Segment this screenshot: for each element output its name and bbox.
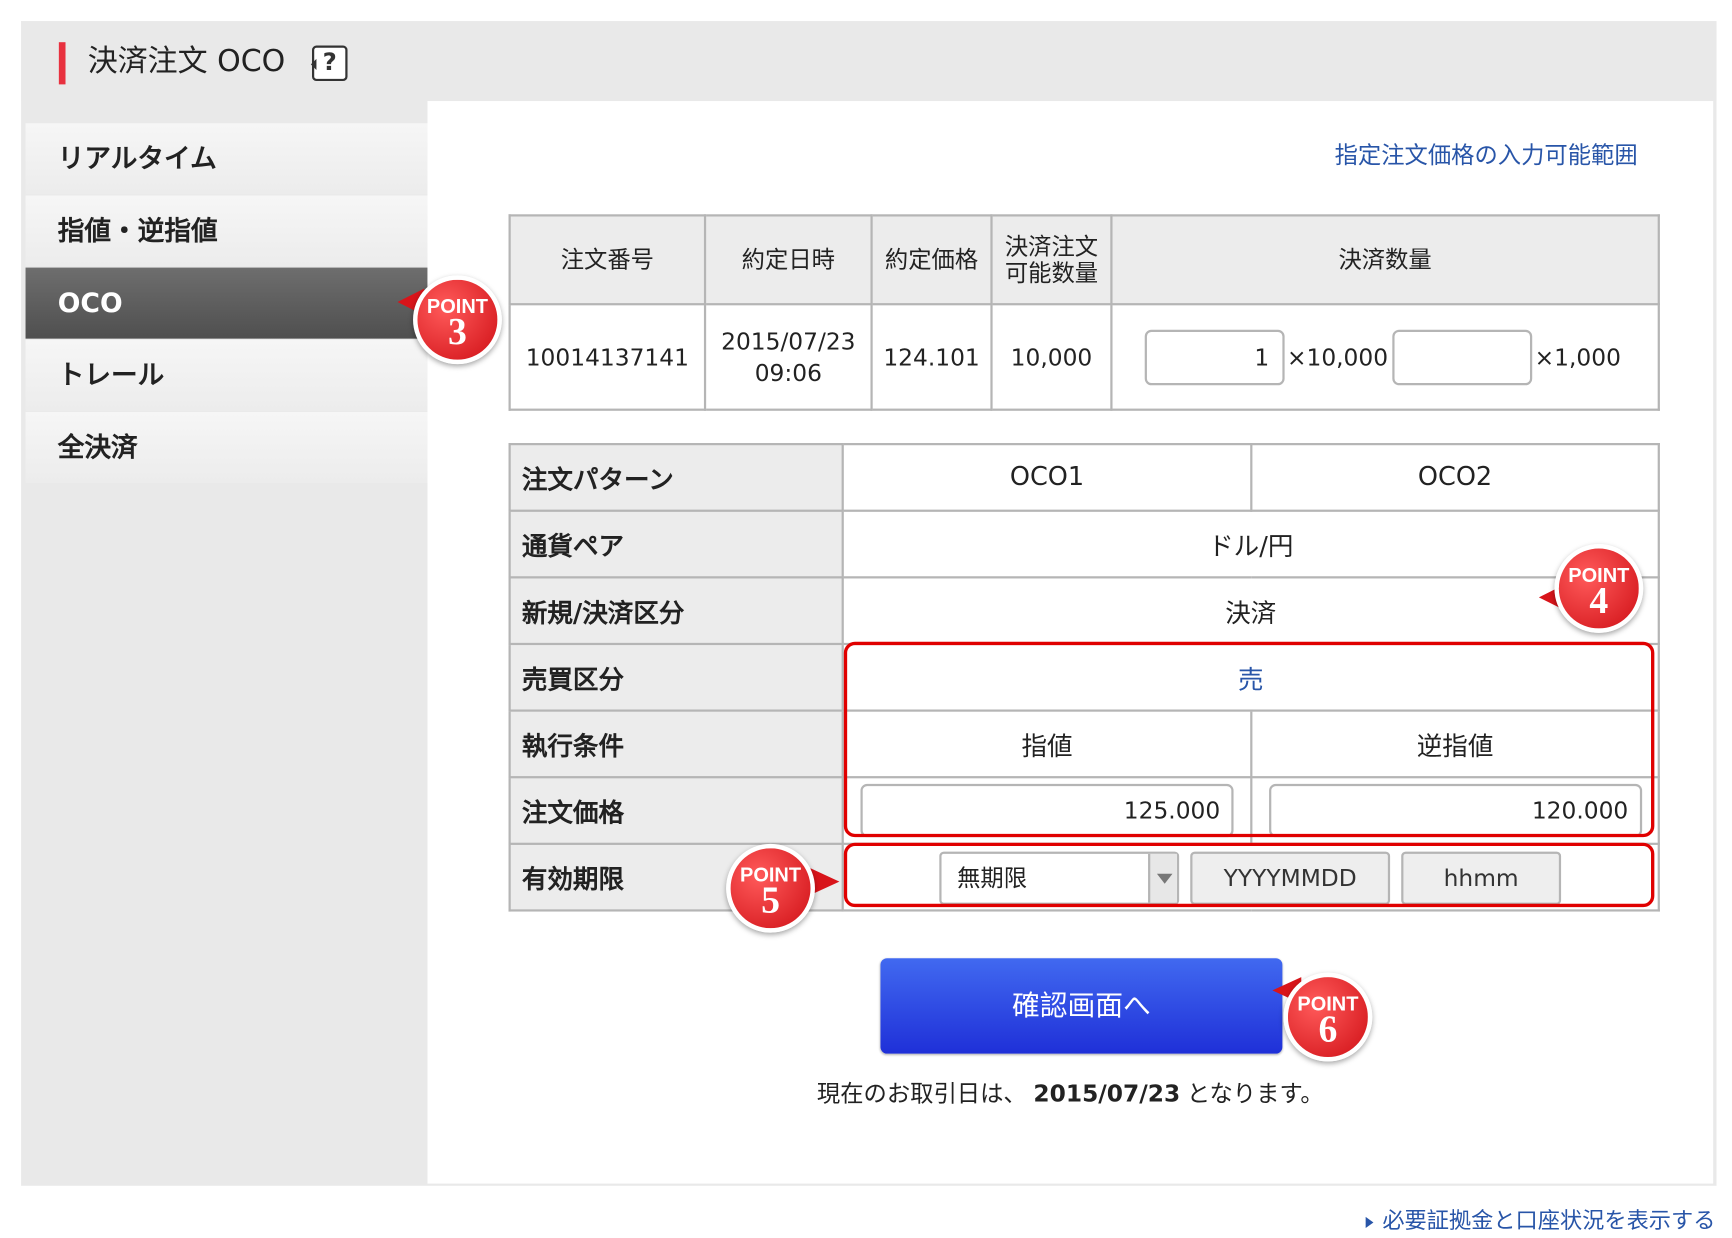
expire-cell: 無期限 YYYYMMDD hhmm (841, 842, 1660, 912)
position-table-header: 注文番号 約定日時 約定価格 決済注文 可能数量 決済数量 (508, 214, 1660, 306)
qty-1000-unit: ×1,000 (1534, 343, 1621, 371)
expire-select[interactable]: 無期限 (939, 851, 1180, 905)
panel-header: 決済注文 OCO ? (21, 21, 1717, 102)
col-available-qty-line1: 決済注文 (1004, 233, 1099, 260)
sidebar: リアルタイム 指値・逆指値 OCO トレール 全決済 (25, 123, 444, 484)
point-6-badge: POINT 6 (1283, 972, 1373, 1062)
page-title: 決済注文 OCO (87, 44, 286, 79)
header-accent-bar (58, 42, 66, 85)
settle-qty-cell: 1 ×10,000 ×1,000 (1110, 303, 1660, 411)
sidebar-item-oco[interactable]: OCO (25, 267, 444, 339)
trade-date-prefix: 現在のお取引日は、 (816, 1080, 1027, 1107)
price-oco2-cell: 120.000 (1250, 776, 1660, 845)
price-oco1-cell: 125.000 (841, 776, 1253, 845)
main-panel: 決済注文 OCO ? リアルタイム 指値・逆指値 OCO トレール 全決済 指定… (21, 21, 1717, 1186)
expire-time-input[interactable]: hhmm (1401, 851, 1562, 905)
content-area: 指定注文価格の入力可能範囲 注文番号 約定日時 約定価格 決済注文 可能数量 決済… (427, 101, 1714, 1184)
col-available-qty-line2: 可能数量 (1004, 259, 1099, 287)
row-exec: 執行条件 指値 逆指値 (508, 709, 1660, 779)
oco2-header: OCO2 (1250, 443, 1660, 512)
col-exec-price: 約定価格 (870, 214, 993, 306)
price-label: 注文価格 (508, 776, 844, 845)
point-5-badge: POINT 5 (726, 843, 815, 933)
sidebar-item-trail[interactable]: トレール (25, 339, 428, 411)
sidebar-item-limit-stop[interactable]: 指値・逆指値 (25, 195, 428, 267)
side-label: 売買区分 (508, 642, 844, 712)
trade-date-value: 2015/07/23 (1033, 1080, 1181, 1107)
stage: 決済注文 OCO ? リアルタイム 指値・逆指値 OCO トレール 全決済 指定… (0, 0, 1732, 1238)
col-settle-qty: 決済数量 (1110, 214, 1660, 306)
exec-price: 124.101 (870, 303, 993, 411)
row-type: 新規/決済区分 決済 (508, 576, 1660, 646)
available-qty: 10,000 (990, 303, 1113, 411)
price-oco1-input[interactable]: 125.000 (860, 783, 1234, 838)
pair-value: ドル/円 (841, 509, 1660, 579)
order-number: 10014137141 (508, 303, 707, 411)
margin-status-link[interactable]: 必要証拠金と口座状況を表示する (1366, 1202, 1715, 1234)
position-table: 注文番号 約定日時 約定価格 決済注文 可能数量 決済数量 10014137141… (508, 214, 1660, 411)
expire-date-input[interactable]: YYYYMMDD (1190, 851, 1391, 905)
oco1-header: OCO1 (841, 443, 1253, 512)
expire-select-value: 無期限 (957, 864, 1028, 892)
price-range-link[interactable]: 指定注文価格の入力可能範囲 (1335, 138, 1638, 171)
table-row: 10014137141 2015/07/23 09:06 124.101 10,0… (508, 303, 1660, 411)
row-side: 売買区分 売 (508, 642, 1660, 712)
exec-date: 2015/07/23 (721, 328, 856, 355)
confirm-button[interactable]: 確認画面へ (880, 958, 1283, 1054)
point-3-badge: POINT 3 (413, 275, 502, 365)
col-order-number: 注文番号 (508, 214, 707, 306)
side-value[interactable]: 売 (841, 642, 1660, 712)
exec-oco2: 逆指値 (1250, 709, 1660, 779)
row-pair: 通貨ペア ドル/円 (508, 509, 1660, 579)
col-exec-datetime: 約定日時 (703, 214, 873, 306)
point-6-number: 6 (1318, 1009, 1338, 1051)
row-price: 注文価格 125.000 120.000 (508, 776, 1660, 845)
pair-label: 通貨ペア (508, 509, 844, 579)
qty-10000-unit: ×10,000 (1286, 343, 1389, 371)
pattern-label: 注文パターン (508, 443, 844, 512)
sidebar-item-realtime[interactable]: リアルタイム (25, 123, 428, 195)
exec-label: 執行条件 (508, 709, 844, 779)
price-oco2-input[interactable]: 120.000 (1268, 783, 1642, 838)
help-icon[interactable]: ? (310, 45, 348, 82)
qty-10000-input[interactable]: 1 (1144, 329, 1285, 385)
row-expire: 有効期限 無期限 YYYYMMDD hhmm (508, 842, 1660, 912)
sidebar-item-settle-all[interactable]: 全決済 (25, 411, 428, 483)
trade-date-suffix: となります。 (1186, 1080, 1324, 1107)
point-5-number: 5 (761, 880, 780, 922)
exec-time: 09:06 (754, 359, 822, 386)
point-4-number: 4 (1589, 580, 1609, 622)
point-3-number: 3 (448, 311, 467, 354)
point-4-badge: POINT 4 (1554, 544, 1644, 633)
type-value: 決済 (841, 576, 1660, 646)
col-available-qty: 決済注文 可能数量 (990, 214, 1113, 306)
exec-datetime: 2015/07/23 09:06 (703, 303, 873, 411)
exec-oco1: 指値 (841, 709, 1253, 779)
type-label: 新規/決済区分 (508, 576, 844, 646)
trade-date-text: 現在のお取引日は、 2015/07/23 となります。 (427, 1076, 1713, 1109)
chevron-down-icon[interactable] (1148, 853, 1177, 903)
order-table: 注文パターン OCO1 OCO2 通貨ペア ドル/円 新規/決済区分 決済 売買… (508, 443, 1660, 912)
qty-1000-input[interactable] (1392, 329, 1533, 385)
row-pattern: 注文パターン OCO1 OCO2 (508, 443, 1660, 512)
